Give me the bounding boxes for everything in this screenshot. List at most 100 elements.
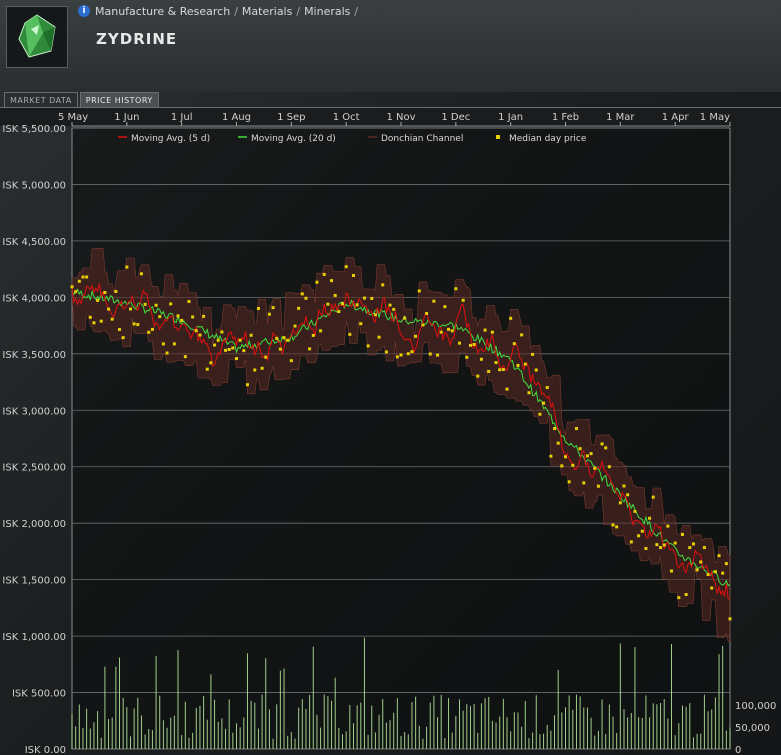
- median-price-point: [260, 366, 264, 370]
- median-price-point: [256, 306, 260, 310]
- volume-tick-label: 50,000: [735, 723, 770, 734]
- median-price-point: [534, 368, 538, 372]
- median-price-point: [183, 355, 187, 359]
- volume-tick-label: 100,000: [735, 701, 776, 712]
- x-tick-label: 1 Sep: [277, 112, 305, 123]
- median-price-point: [640, 529, 644, 533]
- median-price-point: [136, 323, 140, 327]
- median-price-point: [85, 275, 89, 279]
- median-price-point: [724, 562, 728, 566]
- median-price-point: [644, 546, 648, 550]
- legend-swatch: [496, 135, 500, 139]
- median-price-point: [443, 305, 447, 309]
- median-price-point: [596, 484, 600, 488]
- legend-label: Median day price: [509, 134, 587, 144]
- y-tick-label: ISK 500.00: [12, 689, 66, 700]
- median-price-point: [198, 333, 202, 337]
- y-tick-label: ISK 2,500.00: [2, 463, 66, 474]
- median-price-point: [213, 343, 217, 347]
- median-price-point: [355, 303, 359, 307]
- median-price-point: [384, 350, 388, 354]
- median-price-point: [553, 427, 557, 431]
- median-price-point: [311, 333, 315, 337]
- median-price-point: [516, 363, 520, 367]
- median-price-point: [304, 296, 308, 300]
- median-price-point: [125, 265, 129, 269]
- median-price-point: [680, 532, 684, 536]
- median-price-point: [545, 386, 549, 390]
- median-price-point: [622, 484, 626, 488]
- median-price-point: [88, 315, 92, 319]
- y-tick-label: ISK 2,000.00: [2, 519, 66, 530]
- median-price-point: [611, 523, 615, 527]
- median-price-point: [564, 455, 567, 459]
- median-price-point: [633, 509, 637, 513]
- median-price-point: [362, 296, 366, 300]
- median-price-point: [655, 543, 659, 547]
- median-price-point: [684, 593, 688, 597]
- x-tick-label: 1 Jan: [498, 112, 523, 123]
- median-price-point: [209, 361, 213, 365]
- median-price-point: [150, 327, 154, 331]
- median-price-point: [333, 293, 337, 297]
- median-price-point: [297, 306, 301, 310]
- median-price-point: [490, 330, 494, 334]
- median-price-point: [403, 316, 407, 320]
- median-price-point: [77, 279, 81, 283]
- median-price-point: [600, 442, 604, 446]
- median-price-point: [501, 368, 505, 372]
- median-price-point: [494, 361, 498, 365]
- median-price-point: [695, 568, 699, 572]
- median-price-point: [216, 338, 220, 342]
- median-price-point: [128, 307, 132, 311]
- median-price-point: [143, 302, 147, 306]
- median-price-point: [194, 329, 198, 333]
- median-price-point: [509, 316, 513, 320]
- x-tick-label: 1 Oct: [333, 112, 360, 123]
- median-price-point: [531, 352, 535, 356]
- median-price-point: [330, 279, 334, 283]
- y-tick-label: ISK 1,500.00: [2, 576, 66, 587]
- median-price-point: [556, 441, 560, 445]
- median-price-point: [659, 546, 663, 550]
- median-price-point: [618, 501, 622, 505]
- median-price-point: [428, 352, 432, 356]
- x-tick-label: 1 Nov: [386, 112, 415, 123]
- median-price-point: [351, 274, 355, 278]
- median-price-point: [476, 374, 480, 378]
- y-tick-label: ISK 3,000.00: [2, 406, 66, 417]
- median-price-point: [107, 307, 111, 311]
- median-price-point: [472, 342, 476, 346]
- median-price-point: [527, 391, 531, 395]
- median-price-point: [165, 351, 169, 355]
- median-price-point: [172, 342, 176, 346]
- legend-label: Moving Avg. (20 d): [251, 134, 336, 144]
- median-price-point: [615, 525, 619, 529]
- median-price-point: [520, 333, 524, 337]
- median-price-point: [227, 347, 231, 351]
- median-price-point: [231, 346, 235, 350]
- median-price-point: [282, 336, 286, 340]
- median-price-point: [300, 292, 304, 296]
- median-price-point: [604, 446, 608, 450]
- median-price-point: [691, 542, 695, 546]
- median-price-point: [308, 347, 312, 351]
- median-price-point: [74, 290, 78, 294]
- median-price-point: [567, 480, 571, 484]
- median-price-point: [110, 317, 114, 321]
- median-price-point: [578, 447, 582, 451]
- median-price-point: [414, 334, 418, 338]
- median-price-point: [322, 272, 326, 276]
- median-price-point: [432, 299, 436, 303]
- y-tick-label: ISK 4,500.00: [2, 237, 66, 248]
- x-tick-label: 1 Feb: [552, 112, 579, 123]
- median-price-point: [224, 348, 228, 352]
- median-price-point: [348, 332, 352, 336]
- median-price-point: [392, 307, 396, 311]
- median-price-point: [202, 314, 206, 318]
- median-price-point: [560, 464, 564, 468]
- median-price-point: [373, 313, 377, 317]
- median-price-point: [271, 306, 275, 310]
- median-price-point: [235, 357, 238, 361]
- median-price-point: [245, 383, 249, 387]
